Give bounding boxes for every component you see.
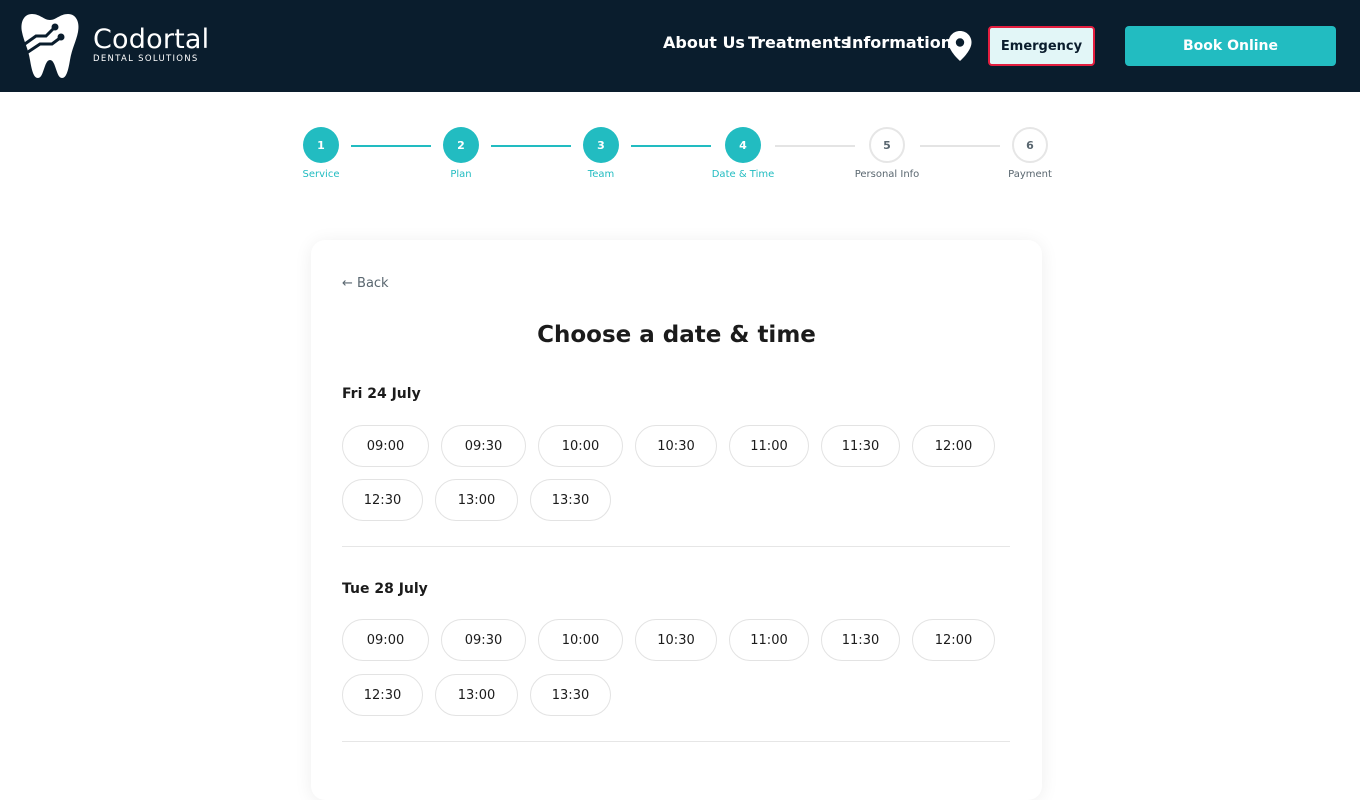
date-heading: Tue 28 July xyxy=(342,581,428,597)
step-team[interactable]: 3 Team xyxy=(551,127,651,187)
time-slot[interactable]: 11:30 xyxy=(821,619,900,661)
step-number: 1 xyxy=(303,127,339,163)
tooth-icon xyxy=(20,14,79,78)
date-time-card: ← Back Choose a date & time Fri 24 July … xyxy=(311,240,1042,800)
time-slot[interactable]: 11:30 xyxy=(821,425,900,467)
step-personal-info[interactable]: 5 Personal Info xyxy=(837,127,937,187)
step-number: 3 xyxy=(583,127,619,163)
time-slot[interactable]: 10:30 xyxy=(635,619,717,661)
time-slot[interactable]: 09:30 xyxy=(441,425,526,467)
step-label: Team xyxy=(587,169,615,180)
time-slot[interactable]: 09:00 xyxy=(342,619,429,661)
step-label: Date & Time xyxy=(711,169,775,180)
time-slot[interactable]: 12:30 xyxy=(342,674,423,716)
page-title: Choose a date & time xyxy=(537,322,816,348)
time-slot[interactable]: 10:00 xyxy=(538,619,623,661)
step-plan[interactable]: 2 Plan xyxy=(411,127,511,187)
time-slot[interactable]: 11:00 xyxy=(729,619,809,661)
back-link[interactable]: ← Back xyxy=(342,276,389,291)
time-slot[interactable]: 12:30 xyxy=(342,479,423,521)
brand-logo[interactable]: Codortal DENTAL SOLUTIONS xyxy=(18,12,218,80)
step-date-time[interactable]: 4 Date & Time xyxy=(693,127,793,187)
date-heading: Fri 24 July xyxy=(342,386,421,402)
nav-treatments[interactable]: Treatments xyxy=(748,33,850,52)
step-service[interactable]: 1 Service xyxy=(271,127,371,187)
step-number: 6 xyxy=(1012,127,1048,163)
nav-information[interactable]: Information xyxy=(846,33,952,52)
step-label: Payment xyxy=(1008,169,1052,180)
book-online-button[interactable]: Book Online xyxy=(1125,26,1336,66)
brand-name: Codortal xyxy=(93,24,210,55)
step-number: 2 xyxy=(443,127,479,163)
time-slot[interactable]: 11:00 xyxy=(729,425,809,467)
brand-tagline: DENTAL SOLUTIONS xyxy=(93,54,199,64)
step-label: Service xyxy=(302,169,340,180)
time-slot[interactable]: 09:00 xyxy=(342,425,429,467)
divider xyxy=(342,546,1010,547)
site-header: Codortal DENTAL SOLUTIONS About Us Treat… xyxy=(0,0,1360,92)
location-pin-icon[interactable] xyxy=(947,30,973,62)
emergency-button[interactable]: Emergency xyxy=(988,26,1095,66)
time-slot[interactable]: 12:00 xyxy=(912,619,995,661)
nav-about-us[interactable]: About Us xyxy=(663,33,745,52)
time-slot[interactable]: 10:30 xyxy=(635,425,717,467)
step-number: 4 xyxy=(725,127,761,163)
step-number: 5 xyxy=(869,127,905,163)
step-label: Personal Info xyxy=(854,169,920,180)
time-slot[interactable]: 13:30 xyxy=(530,479,611,521)
divider xyxy=(342,741,1010,742)
time-slot[interactable]: 13:00 xyxy=(435,479,518,521)
time-slot[interactable]: 13:00 xyxy=(435,674,518,716)
time-slot[interactable]: 09:30 xyxy=(441,619,526,661)
time-slot[interactable]: 10:00 xyxy=(538,425,623,467)
step-payment[interactable]: 6 Payment xyxy=(980,127,1080,187)
time-slot[interactable]: 12:00 xyxy=(912,425,995,467)
step-label: Plan xyxy=(450,169,472,180)
time-slot[interactable]: 13:30 xyxy=(530,674,611,716)
